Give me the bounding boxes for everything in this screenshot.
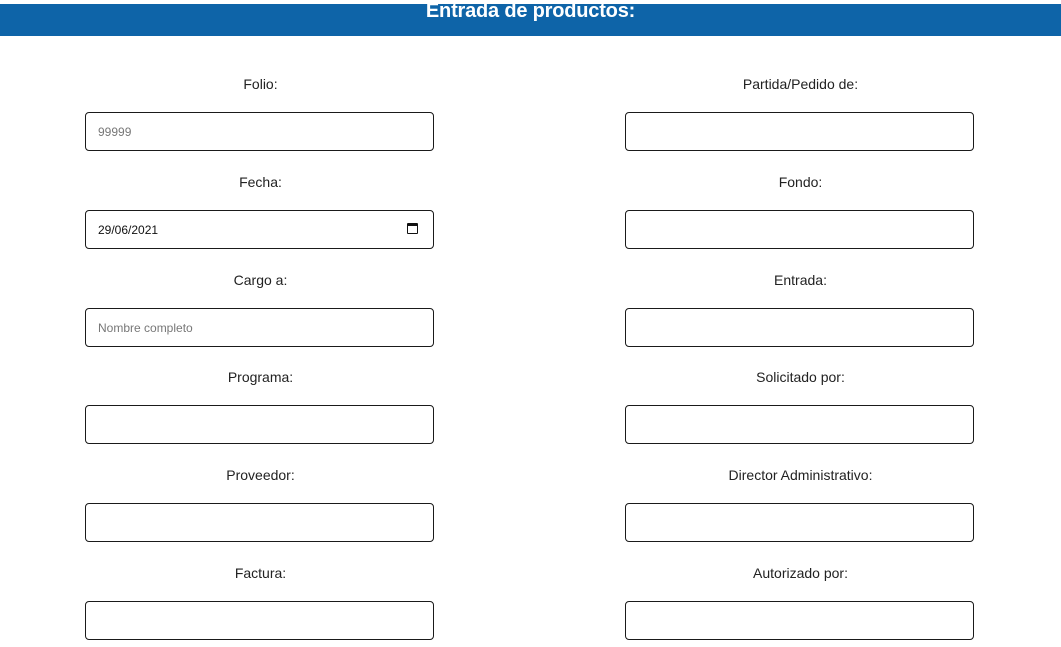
programa-input[interactable] — [85, 405, 434, 444]
factura-input[interactable] — [85, 601, 434, 640]
page-header: Entrada de productos: — [0, 0, 1061, 36]
programa-label: Programa: — [227, 369, 294, 385]
fecha-date-input[interactable]: 29/06/2021 — [85, 210, 434, 249]
proveedor-label: Proveedor: — [226, 467, 295, 483]
proveedor-input[interactable] — [85, 503, 434, 542]
cargo-a-input[interactable]: Nombre completo — [85, 308, 434, 347]
solicitado-por-label: Solicitado por: — [756, 369, 845, 385]
partida-pedido-label: Partida/Pedido de: — [742, 76, 859, 92]
entrada-label: Entrada: — [774, 272, 827, 288]
folio-input[interactable]: 99999 — [85, 112, 434, 151]
cargo-a-placeholder: Nombre completo — [98, 321, 193, 335]
folio-label: Folio: — [243, 76, 278, 92]
director-administrativo-input[interactable] — [625, 503, 974, 542]
fecha-value: 29/06/2021 — [98, 223, 159, 237]
solicitado-por-input[interactable] — [625, 405, 974, 444]
entrada-input[interactable] — [625, 308, 974, 347]
fondo-label: Fondo: — [778, 174, 823, 190]
page-title: Entrada de productos: — [425, 0, 636, 22]
folio-placeholder: 99999 — [98, 125, 132, 139]
autorizado-por-input[interactable] — [625, 601, 974, 640]
cargo-a-label: Cargo a: — [233, 272, 288, 288]
partida-pedido-input[interactable] — [625, 112, 974, 151]
fondo-input[interactable] — [625, 210, 974, 249]
director-administrativo-label: Director Administrativo: — [728, 467, 873, 483]
calendar-icon[interactable] — [407, 223, 418, 234]
fecha-label: Fecha: — [239, 174, 282, 190]
autorizado-por-label: Autorizado por: — [753, 565, 848, 581]
factura-label: Factura: — [234, 565, 287, 581]
